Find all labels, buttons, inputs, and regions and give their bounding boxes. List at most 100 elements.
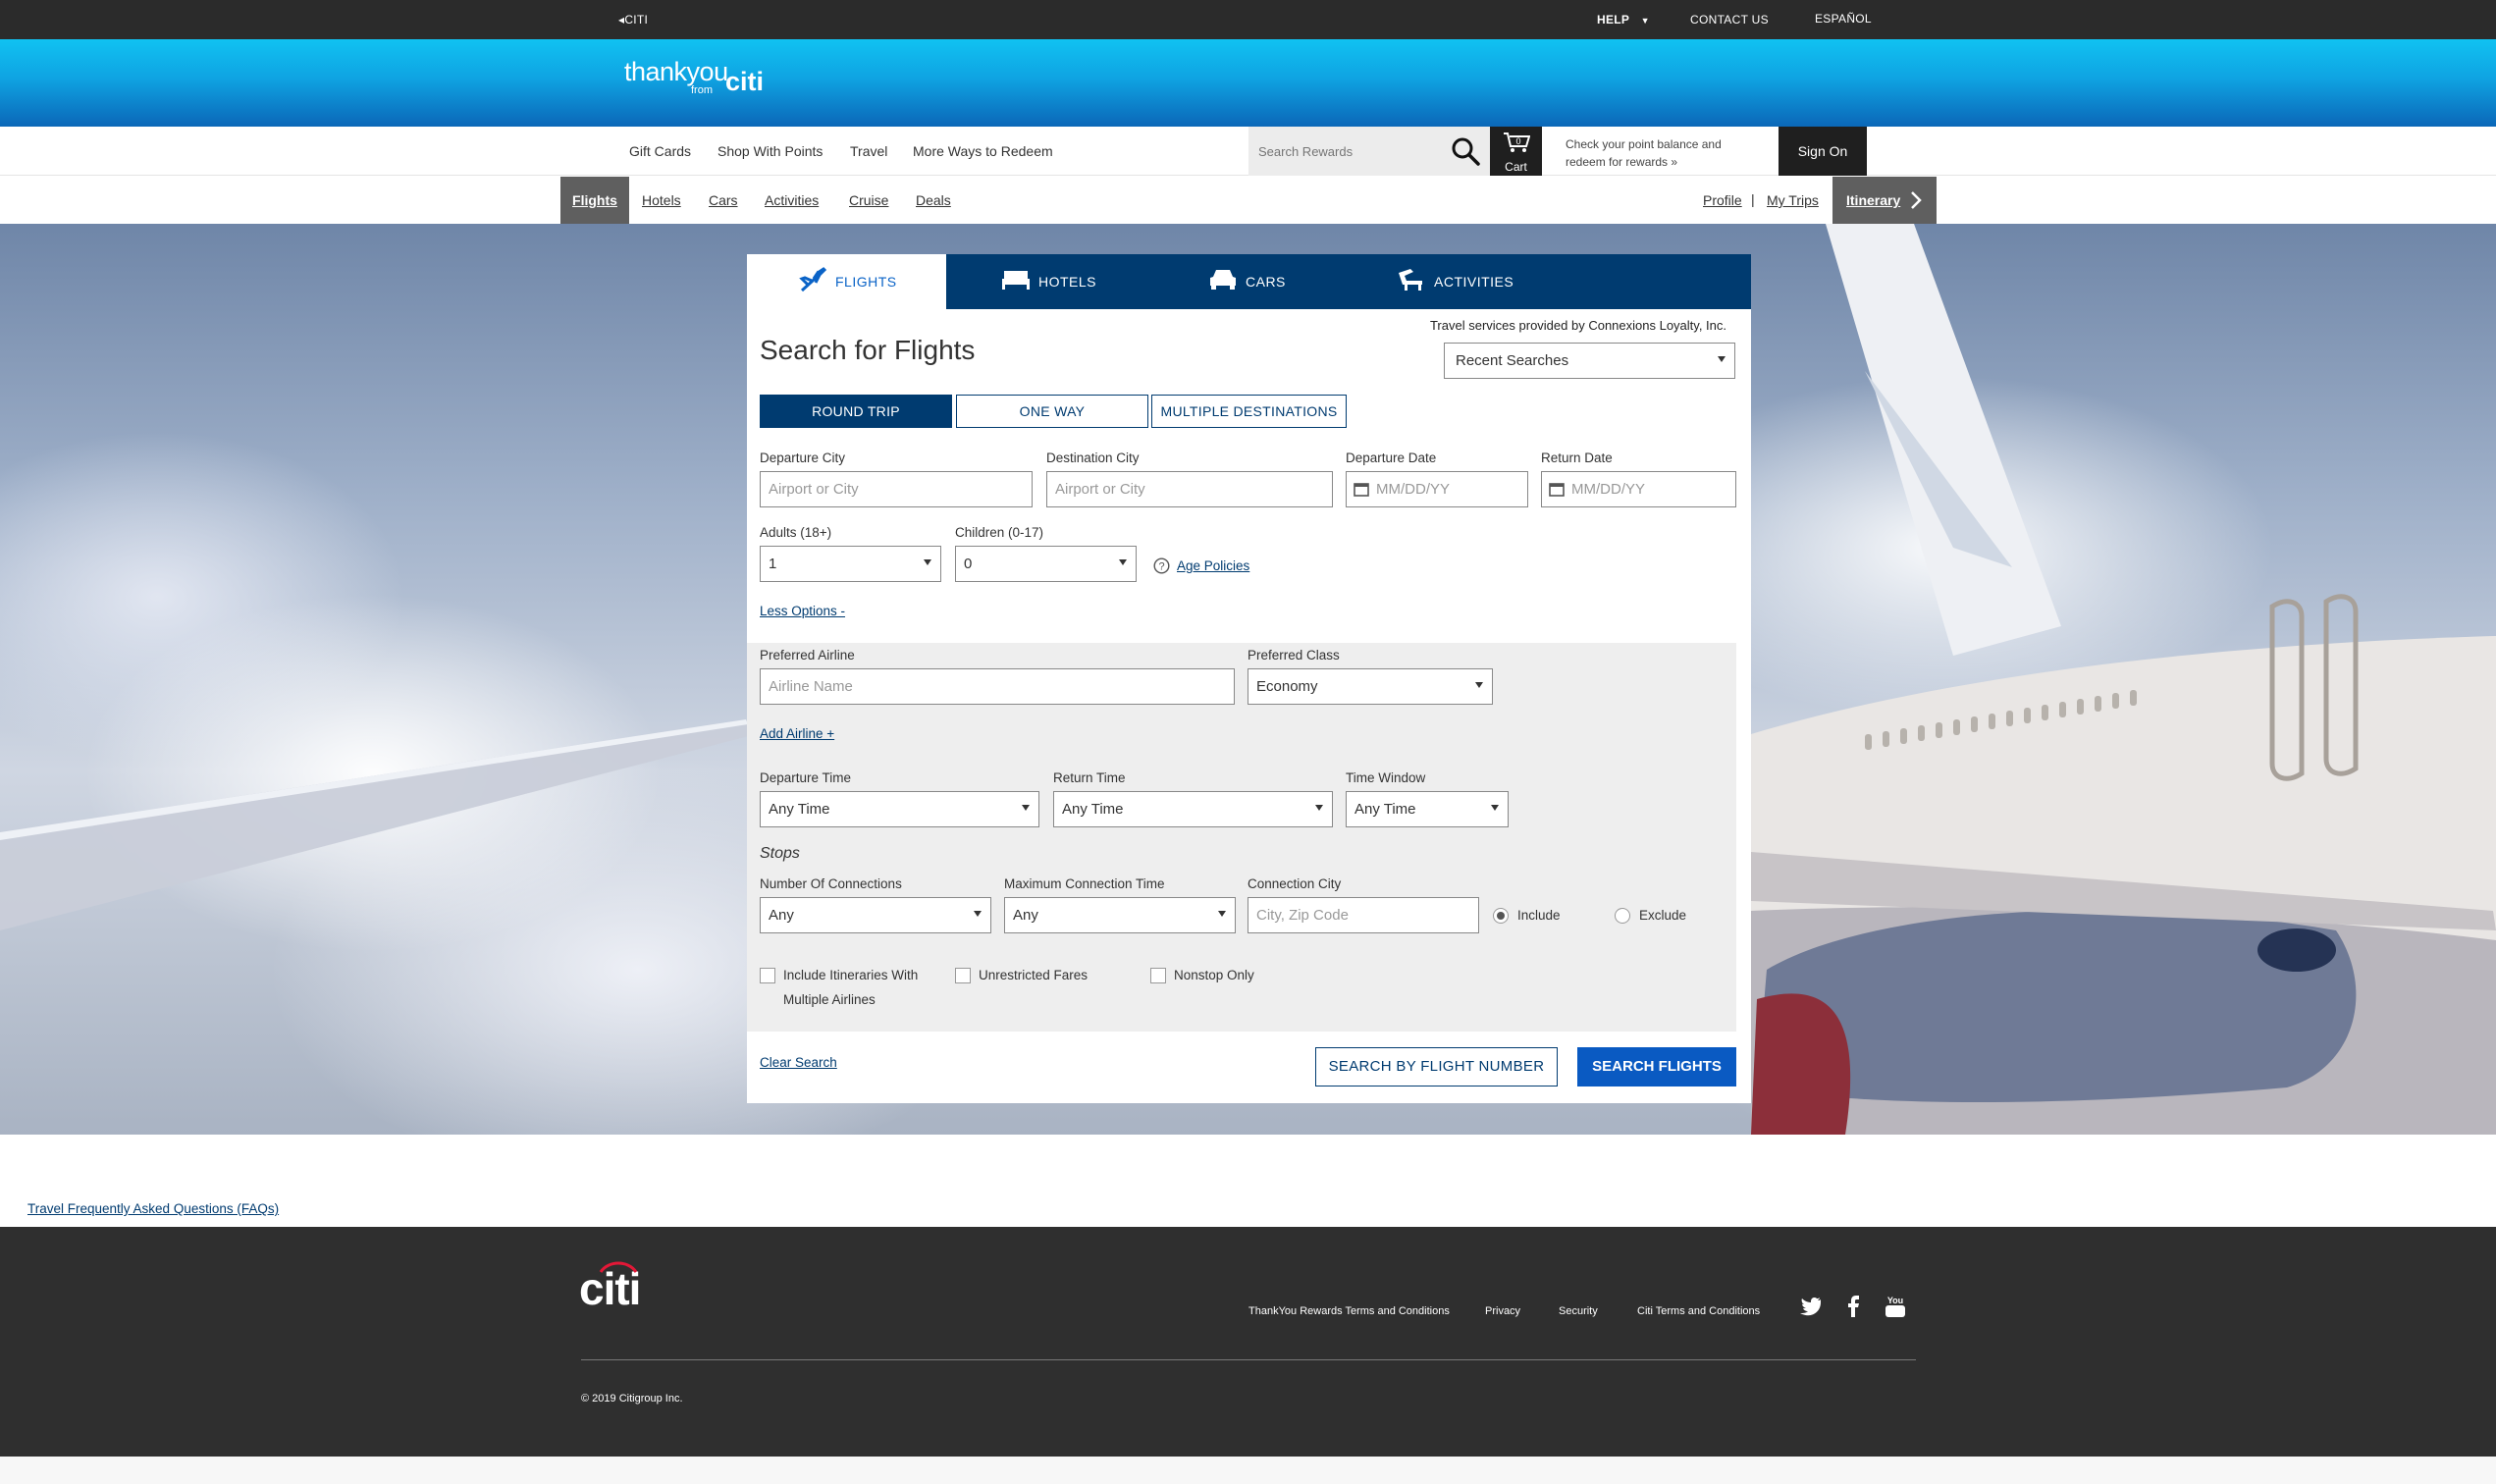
preferred-airline-field[interactable]: Airline Name [760,668,1235,705]
one-way-button[interactable]: ONE WAY [956,395,1148,428]
point-balance-promo[interactable]: Check your point balance and redeem for … [1566,135,1762,171]
security-link[interactable]: Security [1559,1305,1598,1317]
connections-value: Any [769,907,794,924]
less-options-link[interactable]: Less Options - [760,604,845,618]
return-date-field[interactable]: MM/DD/YY [1541,471,1736,507]
nav-gift-cards[interactable]: Gift Cards [629,143,691,159]
departure-time-value: Any Time [769,801,830,818]
question-circle-icon[interactable]: ? [1153,557,1170,574]
adults-select[interactable]: 1 [760,546,941,582]
tab-hotels[interactable]: HOTELS [946,254,1145,309]
itinerary-button[interactable]: Itinerary [1832,177,1937,224]
subnav-flights[interactable]: Flights [560,177,629,224]
dropdown-caret-icon [1119,559,1127,565]
time-window-value: Any Time [1354,801,1416,818]
travel-tabs: FLIGHTS HOTELS CARS ACTIVITIES [747,254,1751,309]
subnav-cruise[interactable]: Cruise [849,192,888,208]
search-rewards [1248,127,1490,176]
flight-search-panel: FLIGHTS HOTELS CARS ACTIVITIES Travel se… [747,254,1751,1103]
nav-travel[interactable]: Travel [850,143,887,159]
nav-shop-with-points[interactable]: Shop With Points [717,143,823,159]
include-radio[interactable] [1493,908,1509,924]
return-time-label: Return Time [1053,770,1126,785]
help-menu[interactable]: HELP ▼ [1597,13,1650,26]
search-by-flight-number-button[interactable]: SEARCH BY FLIGHT NUMBER [1315,1047,1558,1086]
tab-cars[interactable]: CARS [1145,254,1348,309]
time-window-select[interactable]: Any Time [1346,791,1509,827]
return-date-placeholder: MM/DD/YY [1571,481,1645,498]
nav-more-ways-to-redeem[interactable]: More Ways to Redeem [913,143,1053,159]
my-trips-link[interactable]: My Trips [1767,192,1819,208]
utility-bar: ◂CITI HELP ▼ CONTACT US ESPAÑOL [0,0,2496,39]
departure-city-field[interactable]: Airport or City [760,471,1033,507]
search-input[interactable] [1248,127,1445,176]
search-flights-button[interactable]: SEARCH FLIGHTS [1577,1047,1736,1086]
exclude-radio[interactable] [1615,908,1630,924]
connection-city-field[interactable]: City, Zip Code [1248,897,1479,933]
espanol-link[interactable]: ESPAÑOL [1815,12,1872,26]
subnav-activities[interactable]: Activities [765,192,819,208]
privacy-link[interactable]: Privacy [1485,1305,1520,1317]
cart-button[interactable]: 0 Cart [1490,127,1542,176]
tab-activities[interactable]: ACTIVITIES [1348,254,1550,309]
car-icon [1210,270,1236,290]
return-time-select[interactable]: Any Time [1053,791,1333,827]
dropdown-caret-icon [924,559,931,565]
subnav-deals[interactable]: Deals [916,192,951,208]
preferred-class-select[interactable]: Economy [1248,668,1493,705]
destination-city-label: Destination City [1046,450,1140,465]
recent-searches-value: Recent Searches [1456,352,1569,369]
tab-flights[interactable]: FLIGHTS [747,254,946,309]
destination-city-placeholder: Airport or City [1055,481,1145,498]
max-connection-time-select[interactable]: Any [1004,897,1236,933]
multiple-destinations-button[interactable]: MULTIPLE DESTINATIONS [1151,395,1347,428]
departure-date-field[interactable]: MM/DD/YY [1346,471,1528,507]
age-policies-link[interactable]: Age Policies [1177,558,1249,573]
youtube-icon[interactable]: You [1883,1294,1908,1319]
multiple-airlines-checkbox[interactable] [760,968,775,983]
facebook-icon[interactable] [1840,1294,1866,1319]
children-select[interactable]: 0 [955,546,1137,582]
unrestricted-fares-checkbox[interactable] [955,968,971,983]
subnav-cars[interactable]: Cars [709,192,738,208]
add-airline-link[interactable]: Add Airline + [760,726,834,741]
itinerary-label: Itinerary [1846,192,1901,208]
back-to-citi-link[interactable]: ◂CITI [618,13,648,26]
unrestricted-fares-label: Unrestricted Fares [979,968,1089,982]
subnav-hotels[interactable]: Hotels [642,192,681,208]
max-connection-time-label: Maximum Connection Time [1004,876,1165,891]
departure-time-select[interactable]: Any Time [760,791,1039,827]
thankyou-terms-link[interactable]: ThankYou Rewards Terms and Conditions [1248,1305,1450,1317]
dropdown-caret-icon [1315,805,1323,811]
departure-city-placeholder: Airport or City [769,481,859,498]
destination-city-field[interactable]: Airport or City [1046,471,1333,507]
twitter-icon[interactable] [1797,1294,1823,1319]
connections-select[interactable]: Any [760,897,991,933]
logo-citi-text: citi [725,67,765,96]
adults-label: Adults (18+) [760,525,832,540]
multiple-airlines-label-line2: Multiple Airlines [783,992,876,1007]
search-icon[interactable] [1450,135,1481,167]
dropdown-caret-icon [1475,682,1483,688]
copyright: © 2019 Citigroup Inc. [581,1393,683,1404]
recent-searches-select[interactable]: Recent Searches [1444,343,1735,379]
contact-us-link[interactable]: CONTACT US [1690,13,1769,26]
dropdown-caret-icon [974,911,982,917]
stops-heading: Stops [760,845,800,862]
thankyou-logo[interactable]: thankyou from citi [624,57,764,96]
citi-footer-logo[interactable]: citi [579,1261,641,1315]
sign-on-button[interactable]: Sign On [1779,127,1867,176]
provider-note: Travel services provided by Connexions L… [1429,318,1726,333]
round-trip-button[interactable]: ROUND TRIP [760,395,952,428]
travel-faq-link[interactable]: Travel Frequently Asked Questions (FAQs) [27,1201,279,1216]
dropdown-caret-icon [1022,805,1030,811]
clear-search-link[interactable]: Clear Search [760,1055,837,1070]
footer-divider [581,1359,1916,1360]
citi-terms-link[interactable]: Citi Terms and Conditions [1637,1305,1760,1317]
profile-link[interactable]: Profile [1703,192,1742,208]
cart-label: Cart [1505,160,1527,174]
airplane-icon [799,267,827,292]
nonstop-only-checkbox[interactable] [1150,968,1166,983]
preferred-airline-label: Preferred Airline [760,648,855,662]
citi-arc-icon [599,1261,638,1273]
